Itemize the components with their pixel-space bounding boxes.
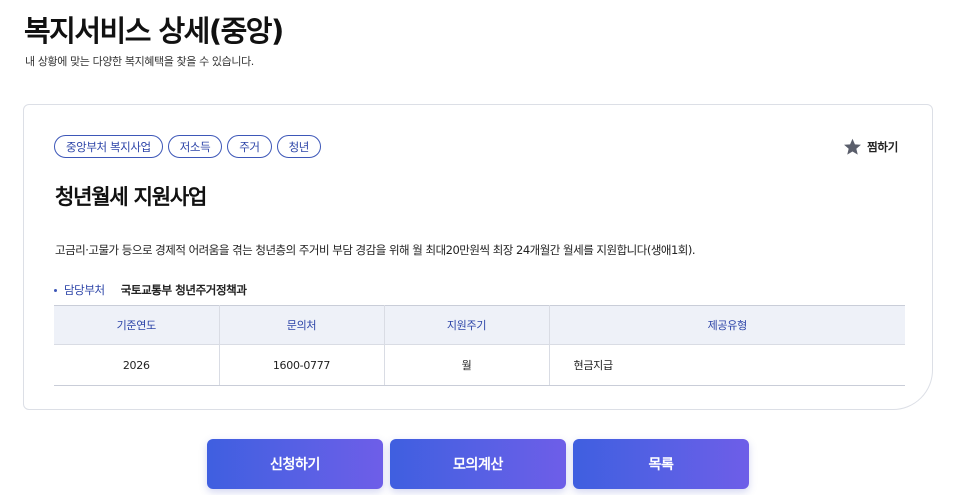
page-title: 복지서비스 상세(중앙) — [24, 14, 284, 48]
tag-list: 중앙부처 복지사업 저소득 주거 청년 — [54, 135, 321, 158]
page-subtitle: 내 상황에 맞는 다양한 복지혜택을 찾을 수 있습니다. — [25, 55, 254, 68]
department-label: 담당부처 — [64, 283, 105, 297]
department-value: 국토교통부 청년주거정책과 — [120, 283, 247, 297]
tag-low-income[interactable]: 저소득 — [167, 135, 223, 158]
cell-provision-type: 현금지급 — [549, 344, 905, 386]
cell-base-year: 2026 — [54, 344, 220, 386]
column-header-contact: 문의처 — [219, 305, 385, 345]
simulate-button[interactable]: 모의계산 — [390, 439, 566, 489]
column-header-base-year: 기준연도 — [54, 305, 220, 345]
department-row: 담당부처 국토교통부 청년주거정책과 — [54, 282, 247, 298]
column-header-support-cycle: 지원주기 — [384, 305, 550, 345]
tag-housing[interactable]: 주거 — [227, 135, 272, 158]
table-header-row: 기준연도 문의처 지원주기 제공유형 — [54, 305, 905, 345]
list-button[interactable]: 목록 — [573, 439, 749, 489]
tag-youth[interactable]: 청년 — [276, 135, 321, 158]
cell-contact: 1600-0777 — [219, 344, 385, 386]
program-description: 고금리·고물가 등으로 경제적 어려움을 겪는 청년층의 주거비 부담 경감을 … — [55, 243, 696, 257]
tag-ministry-program[interactable]: 중앙부처 복지사업 — [54, 135, 163, 158]
bookmark-button[interactable]: 찜하기 — [843, 138, 898, 156]
program-info-table: 기준연도 문의처 지원주기 제공유형 2026 1600-0777 월 현금지급 — [54, 305, 905, 386]
program-detail-card: 중앙부처 복지사업 저소득 주거 청년 찜하기 청년월세 지원사업 고금리·고물… — [23, 104, 933, 410]
table-row: 2026 1600-0777 월 현금지급 — [54, 344, 905, 386]
column-header-provision-type: 제공유형 — [549, 305, 905, 345]
cell-support-cycle: 월 — [384, 344, 550, 386]
star-icon — [843, 138, 862, 156]
program-title: 청년월세 지원사업 — [55, 185, 207, 209]
apply-button[interactable]: 신청하기 — [207, 439, 383, 489]
bullet-dot — [54, 288, 57, 292]
action-buttons: 신청하기 모의계산 목록 — [207, 439, 749, 489]
bookmark-label: 찜하기 — [867, 140, 898, 154]
